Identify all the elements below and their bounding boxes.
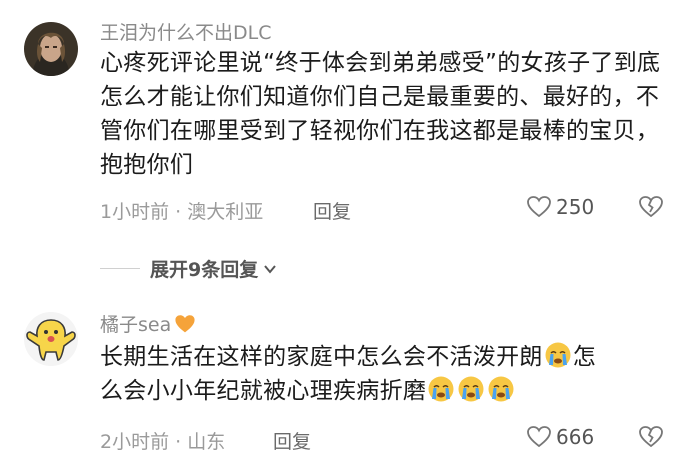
dislike-button[interactable]	[638, 425, 664, 453]
dislike-button[interactable]	[638, 195, 664, 223]
like-button[interactable]: 666	[526, 425, 594, 449]
broken-heart-icon	[639, 426, 663, 448]
broken-heart-icon	[639, 196, 663, 218]
avatar[interactable]	[24, 312, 78, 366]
reply-button[interactable]: 回复	[273, 427, 311, 454]
expand-replies-label: 展开9条回复	[150, 259, 259, 281]
avatar[interactable]	[24, 22, 78, 76]
divider	[100, 268, 140, 269]
username-label: 橘子sea	[100, 314, 172, 336]
heart-icon	[527, 196, 551, 218]
like-count: 250	[556, 195, 595, 219]
reply-button[interactable]: 回复	[313, 197, 351, 224]
username[interactable]: 橘子sea	[100, 310, 196, 337]
comment-text-line1-end: 怎	[572, 344, 597, 370]
like-count: 666	[556, 425, 595, 449]
crying-face-icon	[545, 342, 571, 368]
crying-face-icon	[488, 376, 514, 402]
like-button[interactable]: 250	[526, 195, 594, 219]
comment-text: 长期生活在这样的家庭中怎么会不活泼开朗 怎 么会小小年纪就被心理疾病折磨	[100, 340, 670, 408]
expand-replies-button[interactable]: 展开9条回复	[100, 255, 279, 282]
username[interactable]: 王泪为什么不出DLC	[100, 18, 271, 45]
crying-face-icon	[458, 376, 484, 402]
comment-text-line2: 么会小小年纪就被心理疾病折磨	[100, 378, 427, 404]
chevron-down-icon	[264, 264, 277, 274]
time-location: 2小时前 · 山东	[100, 431, 226, 453]
orange-heart-icon	[175, 314, 195, 332]
time-location: 1小时前 · 澳大利亚	[100, 201, 264, 223]
heart-icon	[527, 426, 551, 448]
crying-face-icon	[428, 376, 454, 402]
comment-text-line1: 长期生活在这样的家庭中怎么会不活泼开朗	[100, 344, 543, 370]
comment-text: 心疼死评论里说“终于体会到弟弟感受”的女孩子了到底怎么才能让你们知道你们自己是最…	[100, 50, 661, 178]
